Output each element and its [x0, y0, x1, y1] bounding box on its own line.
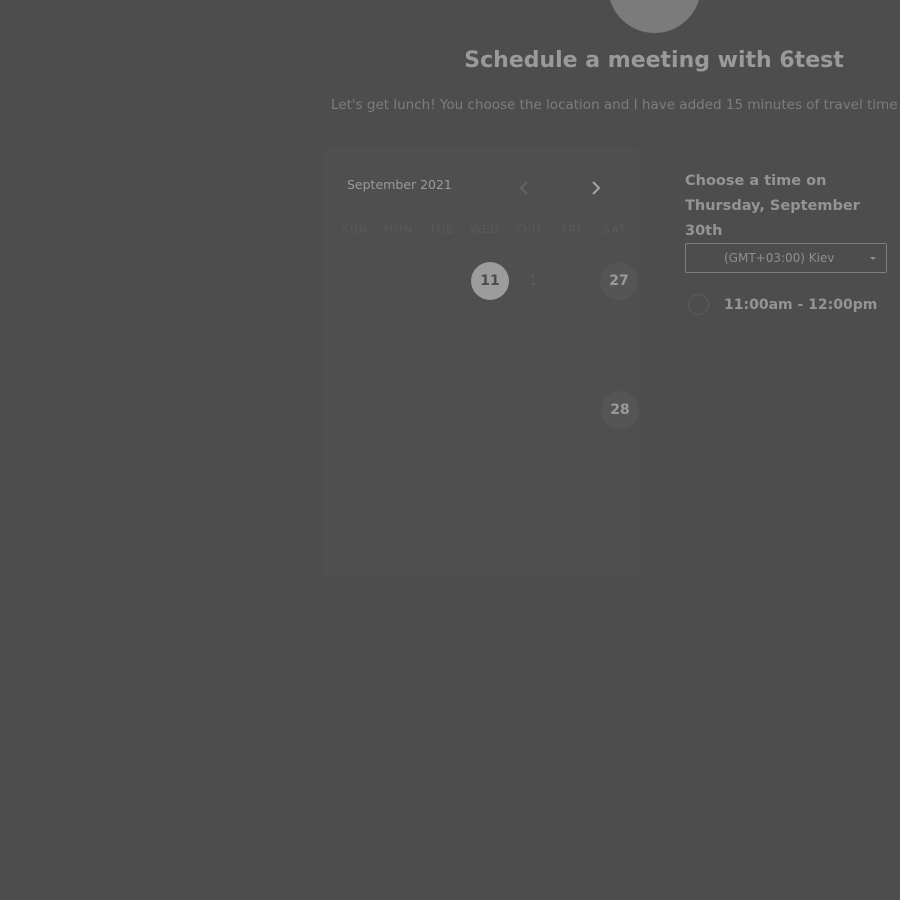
calendar-day-available[interactable]: 28 [601, 391, 639, 429]
chevron-right-icon [592, 181, 601, 195]
weekday-label: SUN [341, 223, 369, 236]
next-month-button[interactable] [586, 178, 606, 198]
weekday-label: TUE [429, 223, 455, 236]
weekday-label: MON [383, 223, 414, 236]
weekday-header: SUN MON TUE WED THU FRI SAT [335, 223, 635, 236]
chevron-left-icon [519, 181, 528, 195]
radio-button[interactable] [688, 294, 709, 315]
calendar-day-available[interactable]: 27 [600, 262, 638, 300]
calendar-month-label: September 2021 [347, 177, 452, 192]
calendar-card [322, 147, 640, 577]
time-slot-option[interactable]: 11:00am - 12:00pm [688, 294, 877, 315]
weekday-label: FRI [561, 223, 582, 236]
prev-month-button[interactable] [514, 178, 534, 198]
page-title: Schedule a meeting with 6test [464, 48, 844, 73]
timezone-value: (GMT+03:00) Kiev [724, 251, 835, 265]
calendar-day-selected[interactable]: 11 [471, 262, 509, 300]
page-subtitle: Let's get lunch! You choose the location… [331, 97, 898, 113]
timezone-select[interactable]: (GMT+03:00) Kiev [685, 243, 887, 273]
host-avatar [608, 0, 701, 33]
calendar-day: 1 [528, 273, 538, 289]
caret-down-icon [870, 257, 876, 260]
weekday-label: THU [515, 223, 542, 236]
time-slot-label: 11:00am - 12:00pm [724, 296, 878, 313]
weekday-label: WED [470, 223, 500, 236]
time-picker-heading: Choose a time on Thursday, September 30t… [685, 173, 860, 239]
weekday-label: SAT [603, 223, 627, 236]
